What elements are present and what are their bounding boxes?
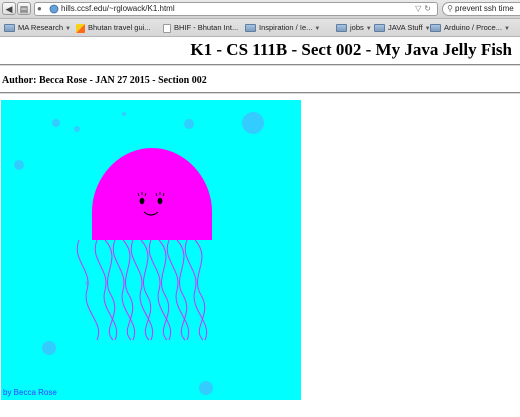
jellyfish-drawing [14, 112, 264, 395]
tentacle [76, 239, 100, 341]
tentacle [148, 239, 172, 341]
search-input[interactable]: ⚲ prevent ssh time [442, 2, 520, 16]
chevron-down-icon: ▼ [365, 26, 372, 32]
divider-top [0, 64, 520, 66]
bookmarks-bar: MA Research ▼ Bhutan travel gui... BHIF -… [0, 19, 520, 37]
jellyfish-bell [92, 148, 212, 240]
tentacle [176, 239, 188, 341]
tentacle [104, 239, 116, 341]
folder-icon [430, 24, 441, 33]
browser-toolbar: ◀ ▤ ● hills.ccsf.edu/~rglowack/K1.html ▽… [0, 0, 520, 19]
reload-controls[interactable]: ▽↻ [415, 3, 434, 15]
bookmark-arduino[interactable]: Arduino / Proce... ▼ [430, 21, 510, 34]
bookmarks-toggle-icon[interactable]: ▤ [17, 2, 31, 15]
tentacle [158, 239, 170, 341]
bubble [52, 119, 60, 127]
bubble [184, 119, 194, 129]
bookmark-label: BHIF - Bhutan Int... [174, 23, 239, 32]
url-text[interactable]: hills.ccsf.edu/~rglowack/K1.html [61, 3, 175, 15]
bookmark-bhutan-travel[interactable]: Bhutan travel gui... [76, 21, 151, 34]
bubble [42, 341, 56, 355]
chevron-down-icon: ▼ [503, 26, 510, 32]
divider-author [0, 92, 520, 94]
bookmark-label: MA Research [18, 23, 64, 32]
bookmark-java-stuff[interactable]: JAVA Stuff ▼ [374, 21, 431, 34]
chevron-down-icon: ▼ [65, 26, 71, 32]
jellyfish-canvas: by Becca Rose [1, 100, 301, 400]
tentacle [122, 239, 134, 341]
tentacle [194, 239, 206, 341]
bubble [14, 160, 24, 170]
bubble [242, 112, 264, 134]
bubble [199, 381, 213, 395]
bookmark-inspiration[interactable]: Inspiration / Ie... ▼ [245, 21, 320, 34]
bookmark-label: Inspiration / Ie... [259, 23, 313, 32]
signature-text: by Becca Rose [3, 388, 57, 397]
page-icon [163, 23, 171, 33]
left-eye [139, 197, 145, 205]
tentacle [94, 239, 118, 341]
right-eye [157, 197, 163, 205]
author-line: Author: Becca Rose - JAN 27 2015 - Secti… [2, 75, 207, 86]
bookmark-ma-research[interactable]: MA Research ▼ [4, 21, 71, 34]
chevron-down-icon: ▼ [314, 26, 321, 32]
bookmark-label: jobs [350, 23, 364, 32]
tentacle [112, 239, 136, 341]
tentacles [76, 239, 208, 341]
bookmark-label: JAVA Stuff [388, 23, 423, 32]
folder-icon [245, 24, 256, 33]
tentacle [166, 239, 190, 341]
bookmark-label: Bhutan travel gui... [88, 23, 151, 32]
bhutan-flag-icon [76, 23, 85, 33]
bookmark-jobs[interactable]: jobs ▼ [336, 21, 372, 34]
bookmark-label: Arduino / Proce... [444, 23, 502, 32]
page-title: K1 - CS 111B - Sect 002 - My Java Jelly … [190, 40, 512, 59]
bubble [122, 112, 126, 116]
url-bar[interactable]: ● hills.ccsf.edu/~rglowack/K1.html ▽↻ [34, 2, 438, 16]
bubble [74, 126, 80, 132]
tentacle [130, 239, 154, 341]
site-identity-icon[interactable]: ● [37, 4, 47, 14]
folder-icon [336, 24, 347, 33]
globe-icon [49, 4, 59, 14]
search-text[interactable]: prevent ssh time [455, 4, 514, 13]
folder-icon [374, 24, 385, 33]
tentacle [184, 239, 208, 341]
back-arrow-icon[interactable]: ◀ [2, 2, 16, 15]
search-icon: ⚲ [447, 4, 453, 13]
bookmark-bhif[interactable]: BHIF - Bhutan Int... [163, 21, 238, 34]
tentacle [140, 239, 152, 341]
folder-icon [4, 24, 15, 33]
